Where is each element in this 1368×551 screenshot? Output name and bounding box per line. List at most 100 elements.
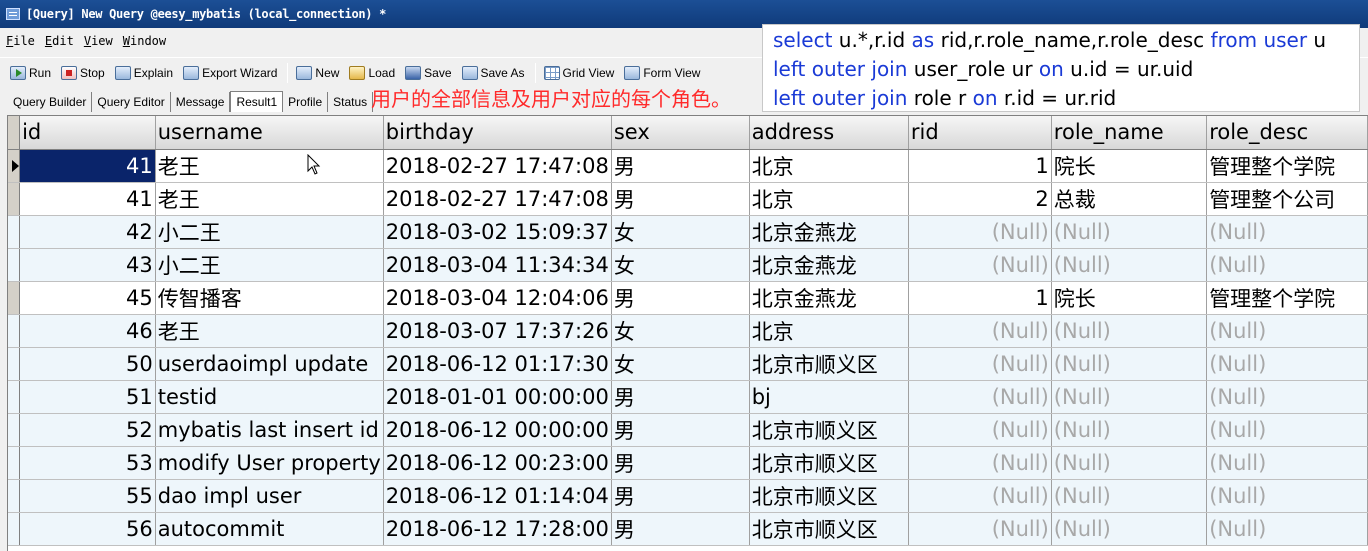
cell-sex[interactable]: 女 xyxy=(611,248,750,282)
cell-role-name[interactable]: (Null) xyxy=(1051,446,1208,480)
cell-role-desc[interactable]: (Null) xyxy=(1206,380,1368,414)
column-header-username[interactable]: username xyxy=(155,116,384,150)
cell-birthday[interactable]: 2018-06-12 00:00:00 xyxy=(383,413,612,447)
cell-birthday[interactable]: 2018-02-27 17:47:08 xyxy=(383,149,612,183)
cell-birthday[interactable]: 2018-06-12 01:14:04 xyxy=(383,479,612,513)
row-indicator[interactable] xyxy=(8,248,21,282)
cell-sex[interactable]: 男 xyxy=(611,182,750,216)
cell-role-desc[interactable]: (Null) xyxy=(1206,215,1368,249)
cell-role-name[interactable]: (Null) xyxy=(1051,413,1208,447)
cell-rid[interactable]: (Null) xyxy=(908,479,1052,513)
cell-rid[interactable]: (Null) xyxy=(908,413,1052,447)
tab-status[interactable]: Status xyxy=(328,92,374,112)
cell-role-desc[interactable]: (Null) xyxy=(1206,479,1368,513)
cell-id[interactable]: 56 xyxy=(19,512,156,546)
run-button[interactable]: Run xyxy=(10,65,51,80)
cell-sex[interactable]: 男 xyxy=(611,413,750,447)
cell-rid[interactable]: (Null) xyxy=(908,347,1052,381)
cell-username[interactable]: 小二王 xyxy=(155,248,384,282)
tab-query-editor[interactable]: Query Editor xyxy=(92,92,171,112)
cell-id[interactable]: 50 xyxy=(19,347,156,381)
cell-username[interactable]: userdaoimpl update xyxy=(155,347,384,381)
row-indicator[interactable] xyxy=(8,182,21,216)
cell-username[interactable]: 小二王 xyxy=(155,215,384,249)
cell-address[interactable]: 北京市顺义区 xyxy=(749,413,909,447)
tab-profile[interactable]: Profile xyxy=(283,92,329,112)
cell-birthday[interactable]: 2018-02-27 17:47:08 xyxy=(383,182,612,216)
cell-sex[interactable]: 男 xyxy=(611,512,750,546)
table-row[interactable]: 43 小二王 2018-03-04 11:34:34 女北京金燕龙 (Null) (Nul… xyxy=(8,248,1368,282)
cell-role-name[interactable]: (Null) xyxy=(1051,347,1208,381)
cell-role-desc[interactable]: 管理整个学院 xyxy=(1206,281,1368,315)
table-row[interactable]: 45 传智播客 2018-03-04 12:04:06 男北京金燕龙 1 院长 管理整个学院 xyxy=(8,281,1368,315)
column-header-sex[interactable]: sex xyxy=(611,116,750,150)
menu-edit[interactable]: Edit xyxy=(45,34,74,48)
cell-id[interactable]: 55 xyxy=(19,479,156,513)
cell-username[interactable]: 老王 xyxy=(155,149,384,183)
menu-window[interactable]: Window xyxy=(123,34,166,48)
cell-birthday[interactable]: 2018-03-04 12:04:06 xyxy=(383,281,612,315)
table-row[interactable]: 41 老王 2018-02-27 17:47:08 男北京 2 总裁 管理整个公司 xyxy=(8,182,1368,216)
cell-id[interactable]: 41 xyxy=(19,149,156,183)
tab-query-builder[interactable]: Query Builder xyxy=(8,92,93,112)
cell-username[interactable]: mybatis last insert id xyxy=(155,413,384,447)
cell-username[interactable]: 老王 xyxy=(155,182,384,216)
row-indicator[interactable] xyxy=(8,479,21,513)
row-indicator[interactable] xyxy=(8,446,21,480)
table-row[interactable]: 56 autocommit 2018-06-12 17:28:00 男北京市顺义区 (N… xyxy=(8,512,1368,546)
cell-address[interactable]: 北京市顺义区 xyxy=(749,512,909,546)
cell-id[interactable]: 45 xyxy=(19,281,156,315)
table-row[interactable]: 46 老王 2018-03-07 17:37:26 女北京 (Null) (Null) (N… xyxy=(8,314,1368,348)
cell-id[interactable]: 43 xyxy=(19,248,156,282)
cell-role-desc[interactable]: (Null) xyxy=(1206,512,1368,546)
cell-birthday[interactable]: 2018-06-12 17:28:00 xyxy=(383,512,612,546)
cell-id[interactable]: 46 xyxy=(19,314,156,348)
menu-file[interactable]: File xyxy=(6,34,35,48)
column-header-id[interactable]: id xyxy=(19,116,156,150)
cell-id[interactable]: 41 xyxy=(19,182,156,216)
cell-sex[interactable]: 男 xyxy=(611,479,750,513)
cell-username[interactable]: autocommit xyxy=(155,512,384,546)
row-indicator[interactable] xyxy=(8,380,21,414)
cell-role-desc[interactable]: 管理整个学院 xyxy=(1206,149,1368,183)
cell-birthday[interactable]: 2018-03-07 17:37:26 xyxy=(383,314,612,348)
load-button[interactable]: Load xyxy=(349,65,395,80)
cell-role-name[interactable]: (Null) xyxy=(1051,248,1208,282)
cell-birthday[interactable]: 2018-03-04 11:34:34 xyxy=(383,248,612,282)
cell-birthday[interactable]: 2018-03-02 15:09:37 xyxy=(383,215,612,249)
cell-address[interactable]: 北京金燕龙 xyxy=(749,215,909,249)
cell-address[interactable]: 北京金燕龙 xyxy=(749,248,909,282)
cell-role-desc[interactable]: (Null) xyxy=(1206,413,1368,447)
tab-message[interactable]: Message xyxy=(171,92,231,112)
cell-username[interactable]: dao impl user xyxy=(155,479,384,513)
cell-rid[interactable]: (Null) xyxy=(908,512,1052,546)
column-header-birthday[interactable]: birthday xyxy=(383,116,612,150)
cell-rid[interactable]: 1 xyxy=(908,149,1052,183)
cell-address[interactable]: 北京市顺义区 xyxy=(749,347,909,381)
tab-result1[interactable]: Result1 xyxy=(230,91,284,112)
column-header-role-desc[interactable]: role_desc xyxy=(1206,116,1368,150)
cell-id[interactable]: 52 xyxy=(19,413,156,447)
cell-rid[interactable]: (Null) xyxy=(908,380,1052,414)
row-indicator[interactable] xyxy=(8,215,21,249)
cell-sex[interactable]: 女 xyxy=(611,347,750,381)
explain-button[interactable]: Explain xyxy=(114,65,173,80)
cell-role-desc[interactable]: (Null) xyxy=(1206,446,1368,480)
row-indicator[interactable] xyxy=(8,281,21,315)
table-row[interactable]: 55 dao impl user 2018-06-12 01:14:04 男北京市顺义… xyxy=(8,479,1368,513)
table-row[interactable]: 51 testid 2018-01-01 00:00:00 男 bj (Null) (Nul… xyxy=(8,380,1368,414)
row-indicator[interactable] xyxy=(8,413,21,447)
table-row[interactable]: 41 老王 2018-02-27 17:47:08 男北京 1 院长 管理整个学院 xyxy=(8,149,1368,183)
column-header-rid[interactable]: rid xyxy=(908,116,1052,150)
cell-id[interactable]: 42 xyxy=(19,215,156,249)
cell-role-desc[interactable]: (Null) xyxy=(1206,347,1368,381)
stop-button[interactable]: Stop xyxy=(61,65,105,80)
cell-username[interactable]: modify User property xyxy=(155,446,384,480)
row-indicator[interactable] xyxy=(8,314,21,348)
cell-sex[interactable]: 男 xyxy=(611,281,750,315)
column-header-address[interactable]: address xyxy=(749,116,909,150)
cell-sex[interactable]: 男 xyxy=(611,446,750,480)
row-indicator[interactable] xyxy=(8,347,21,381)
export-wizard-button[interactable]: Export Wizard xyxy=(183,65,277,80)
cell-role-desc[interactable]: 管理整个公司 xyxy=(1206,182,1368,216)
